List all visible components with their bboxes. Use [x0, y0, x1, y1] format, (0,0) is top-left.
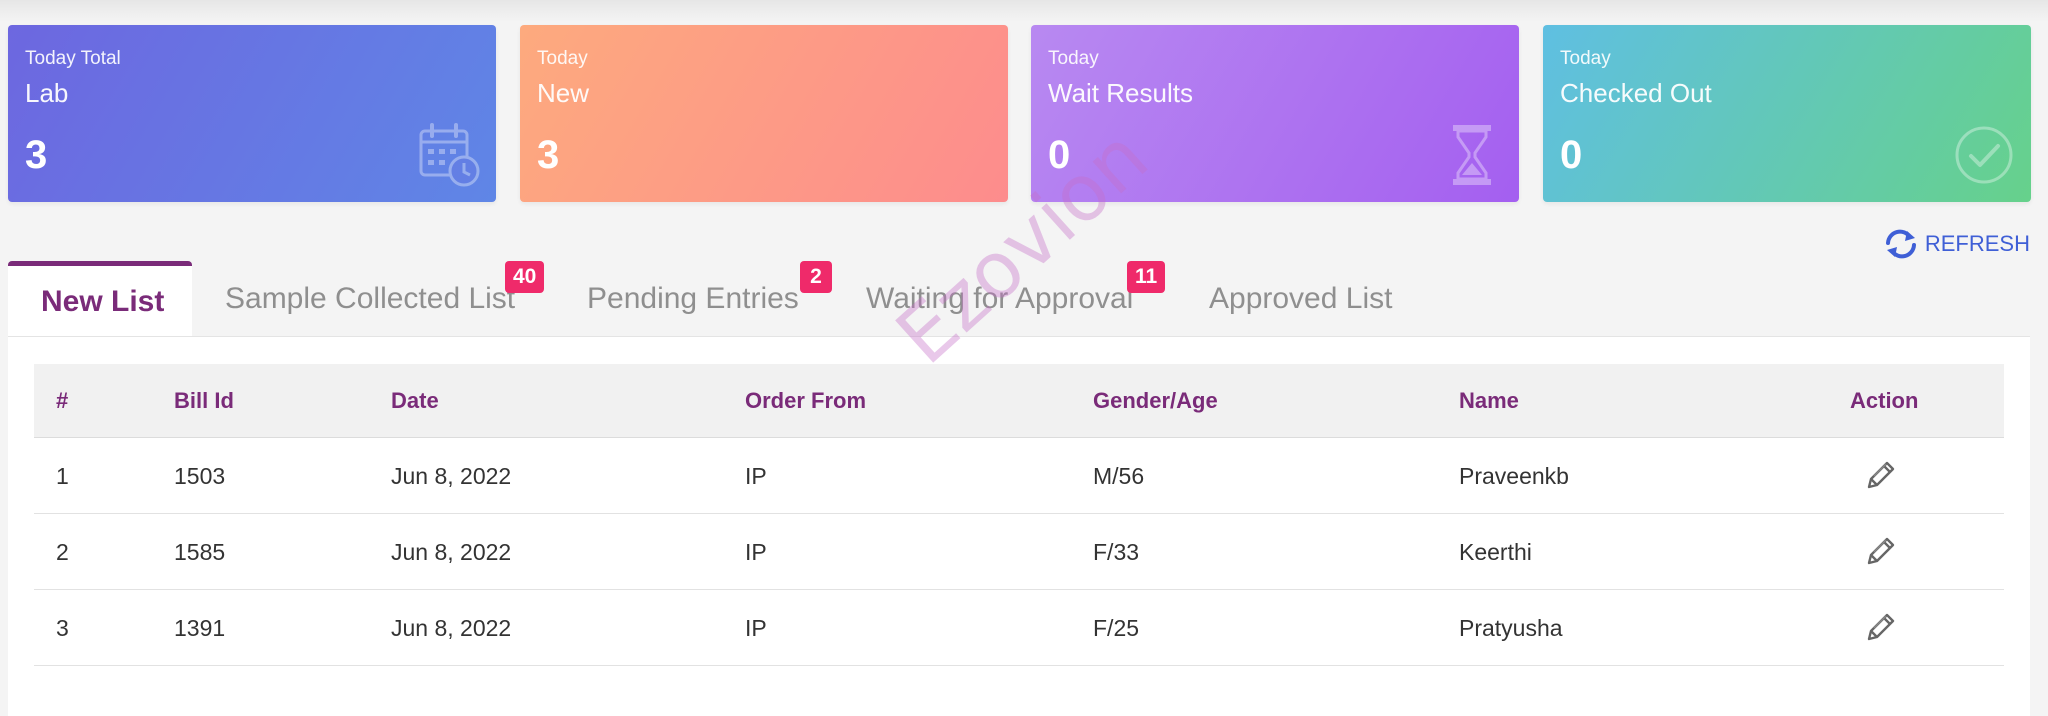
- col-header-bill-id: Bill Id: [174, 388, 234, 413]
- col-header-gender-age: Gender/Age: [1093, 388, 1218, 413]
- card-count: 0: [1048, 133, 1071, 177]
- cell-number: 3: [56, 614, 69, 641]
- calendar-clock-icon: [419, 123, 480, 187]
- col-header-order-from: Order From: [745, 388, 867, 413]
- col-header-date: Date: [391, 388, 439, 413]
- check-circle-icon: [1955, 126, 2013, 184]
- card-title: Lab: [25, 78, 69, 108]
- hourglass-icon: [1453, 125, 1491, 185]
- tab-label: Pending Entries: [587, 282, 799, 315]
- cell-name: Praveenkb: [1459, 462, 1569, 489]
- tab-waiting-for-approval[interactable]: Waiting for Approval: [866, 261, 1133, 337]
- card-count: 0: [1560, 133, 1583, 177]
- cell-order-from: IP: [745, 614, 767, 641]
- col-header-name: Name: [1459, 388, 1519, 413]
- cell-date: Jun 8, 2022: [391, 462, 512, 489]
- cell-date: Jun 8, 2022: [391, 538, 512, 565]
- tab-pending-entries[interactable]: Pending Entries: [587, 261, 799, 337]
- top-shadow: [0, 0, 2048, 22]
- cell-name: Pratyusha: [1459, 614, 1563, 641]
- cell-gender-age: M/56: [1093, 462, 1145, 489]
- card-subtitle: Today Total: [25, 48, 121, 69]
- cell-order-from: IP: [745, 462, 767, 489]
- edit-button[interactable]: [1863, 590, 1897, 666]
- card-subtitle: Today: [1048, 48, 1099, 69]
- tab-label: New List: [41, 284, 165, 318]
- cell-number: 2: [56, 538, 69, 565]
- cell-date: Jun 8, 2022: [391, 614, 512, 641]
- cell-order-from: IP: [745, 538, 767, 565]
- stat-card-new[interactable]: Today New 3: [520, 25, 1008, 202]
- cell-gender-age: F/33: [1093, 538, 1140, 565]
- edit-button[interactable]: [1863, 514, 1897, 590]
- stat-card-lab[interactable]: Today Total Lab 3: [8, 25, 496, 202]
- pencil-edit-icon: [1867, 613, 1895, 641]
- tab-label: Sample Collected List: [225, 282, 516, 315]
- cell-bill-id: 1503: [174, 462, 226, 489]
- stat-card-wait-results[interactable]: Today Wait Results 0: [1031, 25, 1519, 202]
- cell-number: 1: [56, 462, 69, 489]
- cell-gender-age: F/25: [1093, 614, 1140, 641]
- table-row: 1 1503 Jun 8, 2022 IP M/56 Praveenkb: [34, 438, 2004, 514]
- refresh-button[interactable]: REFRESH: [1883, 228, 2030, 260]
- tab-badge-sample-collected: 40: [505, 261, 545, 293]
- cell-name: Keerthi: [1459, 538, 1532, 565]
- cell-bill-id: 1585: [174, 538, 226, 565]
- tab-sample-collected-list[interactable]: Sample Collected List: [225, 261, 515, 337]
- table-row: 3 1391 Jun 8, 2022 IP F/25 Pratyusha: [34, 590, 2004, 666]
- card-count: 3: [25, 133, 48, 177]
- card-count: 3: [537, 133, 560, 177]
- card-title: Wait Results: [1048, 78, 1193, 108]
- tab-approved-list[interactable]: Approved List: [1209, 261, 1392, 337]
- card-subtitle: Today: [1560, 48, 1611, 69]
- tab-label: Waiting for Approval: [866, 282, 1134, 315]
- tab-new-list[interactable]: New List: [8, 261, 192, 337]
- pencil-edit-icon: [1867, 537, 1895, 565]
- tab-badge-waiting-for-approval: 11: [1127, 261, 1166, 293]
- stat-card-checked-out[interactable]: Today Checked Out 0: [1543, 25, 2031, 202]
- table-row: 2 1585 Jun 8, 2022 IP F/33 Keerthi: [34, 514, 2004, 590]
- col-header-action: Action: [1850, 388, 1919, 413]
- pencil-edit-icon: [1867, 461, 1895, 489]
- tab-badge-pending-entries: 2: [800, 261, 832, 293]
- list-panel: # Bill Id Date Order From Gender/Age Nam…: [8, 336, 2030, 716]
- cell-bill-id: 1391: [174, 614, 226, 641]
- refresh-icon: [1885, 229, 1916, 259]
- edit-button[interactable]: [1863, 438, 1897, 514]
- card-title: Checked Out: [1560, 78, 1712, 108]
- refresh-label: REFRESH: [1924, 231, 2030, 256]
- card-subtitle: Today: [537, 48, 588, 69]
- table-header: # Bill Id Date Order From Gender/Age Nam…: [34, 364, 2004, 438]
- card-title: New: [537, 78, 590, 108]
- tab-label: Approved List: [1209, 282, 1393, 315]
- col-header-number: #: [56, 388, 69, 413]
